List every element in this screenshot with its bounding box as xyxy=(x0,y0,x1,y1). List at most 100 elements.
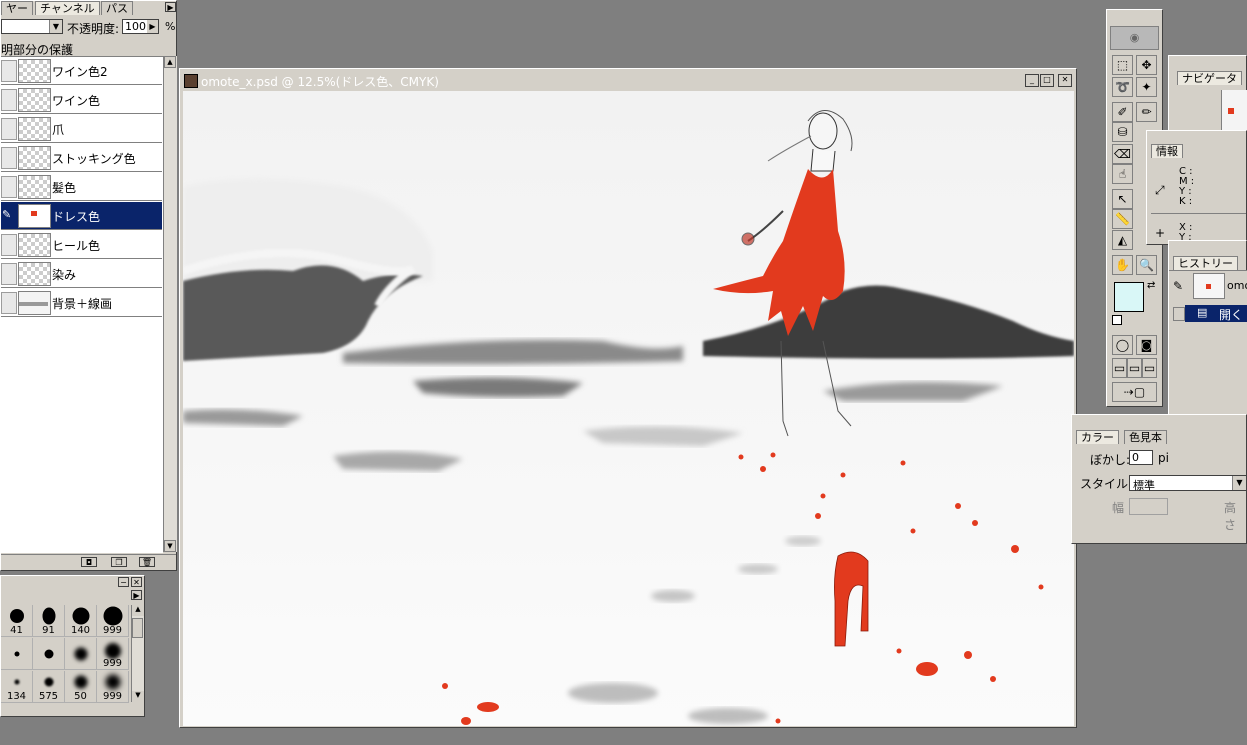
history-brush-icon[interactable]: ✎ xyxy=(1173,279,1183,293)
foreground-color-swatch[interactable] xyxy=(1114,282,1144,312)
tab-swatches[interactable]: 色見本 xyxy=(1124,430,1167,444)
brush-preset[interactable]: 999 xyxy=(97,671,129,703)
tab-layers[interactable]: ヤー xyxy=(1,1,33,15)
history-state-checkbox[interactable] xyxy=(1173,307,1185,321)
brush-preset[interactable] xyxy=(65,638,97,670)
layer-row[interactable]: ワイン色2 xyxy=(1,57,162,85)
brush-preset[interactable]: 41 xyxy=(1,605,33,637)
layer-list: ワイン色2 ワイン色 爪 ストッキング色 髪色 ✎ ドレス色 ヒール色 染み 背… xyxy=(1,56,163,553)
visibility-toggle[interactable] xyxy=(1,176,17,198)
standard-mode-icon[interactable]: ◯ xyxy=(1112,335,1133,355)
layer-row[interactable]: 髪色 xyxy=(1,173,162,201)
document-titlebar[interactable]: omote_x.psd @ 12.5%(ドレス色、CMYK) _ □ ✕ xyxy=(182,72,1072,89)
layer-row-selected[interactable]: ✎ ドレス色 xyxy=(1,202,162,230)
screen-mode-icon[interactable]: ▭ xyxy=(1112,358,1127,378)
close-icon[interactable]: ✕ xyxy=(1058,74,1072,87)
visibility-toggle[interactable] xyxy=(1,234,17,256)
layer-row[interactable]: 背景＋線画 xyxy=(1,289,162,317)
zoom-tool-icon[interactable]: 🔍 xyxy=(1136,255,1157,275)
minimize-icon[interactable]: − xyxy=(118,577,129,587)
tab-navigator[interactable]: ナビゲータ xyxy=(1177,71,1242,85)
brush-tip-icon xyxy=(104,643,121,659)
layer-row[interactable]: 染み xyxy=(1,260,162,288)
eraser-tool-icon[interactable]: ⌫ xyxy=(1112,144,1133,164)
tab-history[interactable]: ヒストリー xyxy=(1173,256,1238,270)
brush-preset[interactable] xyxy=(33,638,65,670)
quickmask-mode-icon[interactable]: ◙ xyxy=(1136,335,1157,355)
new-layer-icon[interactable]: ❐ xyxy=(111,557,127,567)
brush-preset[interactable]: 999 xyxy=(97,638,129,670)
airbrush-tool-icon[interactable]: ✐ xyxy=(1112,102,1133,122)
brush-preset[interactable]: 999 xyxy=(97,605,129,637)
smudge-tool-icon[interactable]: ☝ xyxy=(1112,164,1133,184)
pencil-tool-icon[interactable]: ✏ xyxy=(1136,102,1157,122)
feather-input[interactable]: 0 xyxy=(1129,450,1153,465)
layer-row[interactable]: ストッキング色 xyxy=(1,144,162,172)
brush-preset[interactable]: 140 xyxy=(65,605,97,637)
minimize-icon[interactable]: _ xyxy=(1025,74,1039,87)
trash-icon[interactable]: 🗑 xyxy=(139,557,155,567)
panel-menu-arrow-icon[interactable]: ▶ xyxy=(165,2,176,12)
layer-row[interactable]: ヒール色 xyxy=(1,231,162,259)
scroll-up-icon[interactable]: ▲ xyxy=(164,56,176,68)
brush-tip-icon xyxy=(9,609,24,623)
screen-mode-full-icon[interactable]: ▭ xyxy=(1142,358,1157,378)
default-colors-icon[interactable] xyxy=(1112,315,1122,325)
panel-menu-arrow-icon[interactable]: ▶ xyxy=(131,590,142,600)
visibility-toggle[interactable] xyxy=(1,263,17,285)
visibility-toggle[interactable] xyxy=(1,60,17,82)
close-icon[interactable]: ✕ xyxy=(131,577,142,587)
width-label: 幅 xyxy=(1112,501,1125,515)
layer-row[interactable]: ワイン色 xyxy=(1,86,162,114)
stamp-tool-icon[interactable]: ⛁ xyxy=(1112,122,1133,142)
canvas[interactable] xyxy=(183,91,1074,726)
opacity-arrow-icon[interactable]: ▶ xyxy=(147,20,158,33)
tab-paths[interactable]: パス xyxy=(101,1,133,15)
layer-list-scrollbar[interactable]: ▲ ▼ xyxy=(163,56,177,552)
history-step-selected[interactable]: ▤ 開く xyxy=(1185,305,1247,322)
visibility-toggle[interactable] xyxy=(1,147,17,169)
visibility-toggle[interactable] xyxy=(1,89,17,111)
pointer-tool-icon[interactable]: ↖ xyxy=(1112,189,1133,209)
scroll-up-icon[interactable]: ▲ xyxy=(132,605,144,616)
brush-preset[interactable] xyxy=(1,638,33,670)
style-select[interactable]: 標準 ▼ xyxy=(1129,475,1247,492)
add-mask-icon[interactable]: ◘ xyxy=(81,557,97,567)
brush-preset[interactable]: 50 xyxy=(65,671,97,703)
blend-mode-select[interactable]: ▼ xyxy=(1,19,63,34)
swap-colors-icon[interactable]: ⇄ xyxy=(1147,280,1155,291)
screen-mode-menubar-icon[interactable]: ▭ xyxy=(1127,358,1142,378)
tab-info[interactable]: 情報 xyxy=(1151,144,1183,158)
bucket-tool-icon[interactable]: ◭ xyxy=(1112,230,1133,250)
height-label: 高さ xyxy=(1224,501,1237,532)
chevron-down-icon: ▼ xyxy=(49,20,62,33)
move-tool-icon[interactable]: ✥ xyxy=(1136,55,1157,75)
opacity-label: 不透明度: xyxy=(67,22,120,36)
marquee-tool-icon[interactable]: ⬚ xyxy=(1112,55,1133,75)
brush-preset[interactable]: 575 xyxy=(33,671,65,703)
hand-tool-icon[interactable]: ✋ xyxy=(1112,255,1133,275)
measure-tool-icon[interactable]: 📏 xyxy=(1112,209,1133,229)
tab-color[interactable]: カラー xyxy=(1076,430,1119,444)
brush-preset[interactable]: 134 xyxy=(1,671,33,703)
history-snapshot-thumbnail[interactable] xyxy=(1193,273,1225,299)
brush-scrollbar[interactable]: ▲ ▼ xyxy=(131,605,144,702)
maximize-icon[interactable]: □ xyxy=(1040,74,1054,87)
tab-channels[interactable]: チャンネル xyxy=(35,1,100,15)
width-input[interactable] xyxy=(1129,498,1168,515)
toolbox-header[interactable] xyxy=(1110,14,1159,24)
jump-to-imageready-icon[interactable]: ⇢▢ xyxy=(1112,382,1157,402)
scroll-down-icon[interactable]: ▼ xyxy=(132,691,144,702)
scroll-thumb[interactable] xyxy=(132,618,143,638)
layer-thumbnail xyxy=(18,291,51,315)
brush-preset[interactable]: 91 xyxy=(33,605,65,637)
magic-wand-icon[interactable]: ✦ xyxy=(1136,77,1157,97)
visibility-toggle[interactable] xyxy=(1,118,17,140)
scroll-down-icon[interactable]: ▼ xyxy=(164,540,176,552)
lasso-tool-icon[interactable]: ➰ xyxy=(1112,77,1133,97)
crosshair-icon: + xyxy=(1155,226,1166,240)
layer-row[interactable]: 爪 xyxy=(1,115,162,143)
layer-thumbnail xyxy=(18,204,51,228)
opacity-input[interactable]: 100 ▶ xyxy=(122,19,159,34)
visibility-toggle[interactable] xyxy=(1,292,17,314)
